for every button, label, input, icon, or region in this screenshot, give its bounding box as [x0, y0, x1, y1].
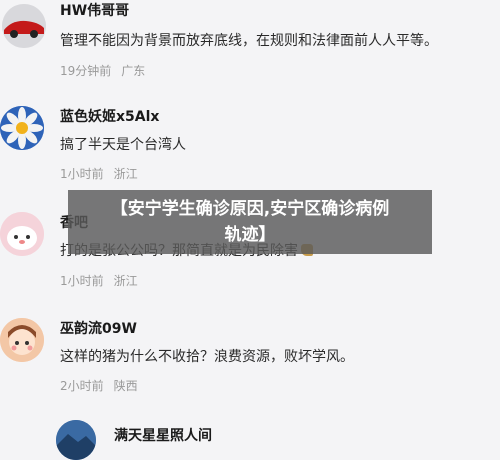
comment-time: 2小时前: [60, 379, 104, 393]
comment-author[interactable]: HW伟哥哥: [60, 0, 129, 20]
cartoon-girl-avatar-icon[interactable]: [0, 318, 44, 362]
comment-location: 浙江: [113, 167, 138, 181]
flower-avatar-icon[interactable]: [0, 106, 44, 150]
comment-text: 管理不能因为背景而放弃底线，在规则和法律面前人人平等。: [60, 33, 438, 49]
landscape-avatar-icon[interactable]: [56, 420, 96, 460]
cartoon-avatar-icon[interactable]: [0, 212, 44, 256]
comment-meta: 1小时前 浙江: [60, 272, 138, 289]
comment-author[interactable]: 满天星星照人间: [114, 425, 212, 445]
comment-meta: 19分钟前 广东: [60, 62, 145, 79]
comment-location: 陕西: [113, 379, 138, 393]
comment-location: 广东: [121, 64, 146, 78]
comment-time: 1小时前: [60, 167, 104, 181]
article-title-banner: 【安宁学生确诊原因,安宁区确诊病例 轨迹】: [68, 190, 432, 254]
comment-author[interactable]: 巫韵流09W: [60, 318, 137, 338]
comment-location: 浙江: [113, 274, 138, 288]
comment-text: 这样的猪为什么不收拾？浪费资源，败坏学风。: [60, 349, 354, 365]
comment-author[interactable]: 蓝色妖姬x5Alx: [60, 106, 159, 126]
car-avatar-icon[interactable]: [2, 4, 46, 48]
comment-meta: 2小时前 陕西: [60, 377, 138, 394]
comment-meta: 1小时前 浙江: [60, 165, 138, 182]
comment-time: 1小时前: [60, 274, 104, 288]
comment-text: 搞了半天是个台湾人: [60, 137, 186, 153]
banner-line-2: 轨迹】: [224, 225, 276, 245]
banner-line-1: 【安宁学生确诊原因,安宁区确诊病例: [110, 199, 390, 219]
comment-time: 19分钟前: [60, 64, 112, 78]
